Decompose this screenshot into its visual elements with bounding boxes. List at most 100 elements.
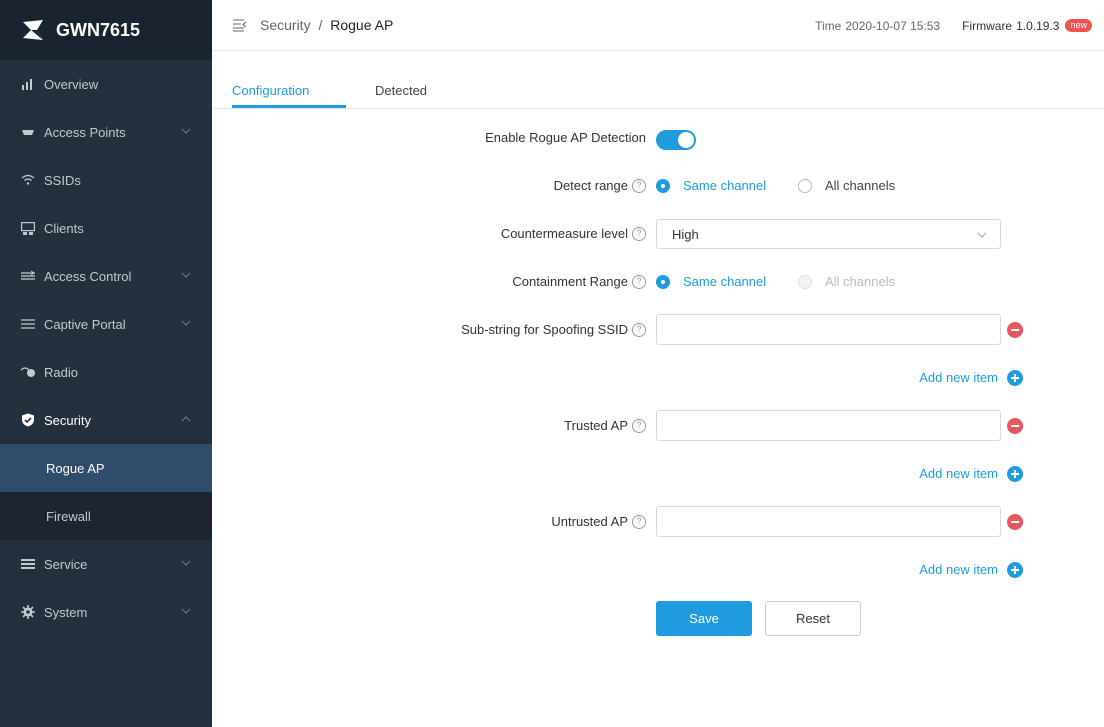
add-circle-icon[interactable] [1007, 370, 1023, 386]
countermeasure-label: Countermeasure level ? [501, 226, 646, 241]
remove-circle-icon[interactable] [1007, 418, 1023, 434]
sidebar: GWN7615 Overview Access Points SSIDs Cli… [0, 0, 212, 727]
chevron-down-icon [181, 560, 191, 566]
countermeasure-text: Countermeasure level [500, 226, 628, 241]
chevron-up-icon [181, 416, 191, 422]
sidebar-item-label: SSIDs [44, 172, 81, 188]
breadcrumb-separator: / [318, 17, 323, 33]
sidebar-subitem-label: Firewall [46, 508, 91, 524]
containment-range-text: Containment Range [512, 274, 628, 289]
help-icon[interactable]: ? [632, 322, 646, 337]
radio-label: Same channel [683, 178, 767, 193]
countermeasure-select[interactable]: High [656, 219, 1001, 249]
sidebar-item-label: Clients [44, 220, 84, 236]
brand-header: GWN7615 [0, 0, 212, 60]
detect-range-all-channels[interactable]: All channels [798, 178, 895, 193]
add-new-item-link[interactable]: Add new item [919, 370, 998, 385]
untrusted-ap-input[interactable] [656, 506, 1001, 537]
sidebar-item-security[interactable]: Security [0, 396, 212, 444]
enable-detection-text: Enable Rogue AP Detection [485, 130, 646, 145]
sidebar-item-ssids[interactable]: SSIDs [0, 156, 212, 204]
sidebar-item-label: Security [44, 412, 91, 428]
spoofing-ssid-input[interactable] [656, 314, 1001, 345]
trusted-ap-label: Trusted AP ? [564, 418, 646, 433]
chevron-down-icon [181, 320, 191, 326]
detect-range-label: Detect range ? [554, 178, 646, 193]
radio-checked-icon [656, 178, 670, 193]
new-badge: new [1065, 19, 1092, 32]
untrusted-ap-label: Untrusted AP ? [551, 514, 646, 529]
radio-disabled-icon [798, 274, 812, 289]
add-new-item-link[interactable]: Add new item [919, 562, 998, 577]
enable-detection-toggle[interactable] [656, 130, 696, 150]
help-icon[interactable]: ? [632, 226, 646, 241]
bar-chart-icon [20, 76, 36, 92]
detect-range-text: Detect range [553, 178, 628, 193]
gear-icon [20, 604, 36, 620]
remove-circle-icon[interactable] [1007, 322, 1023, 338]
active-tab-indicator [232, 105, 346, 108]
radio-icon [20, 364, 36, 380]
chevron-down-icon [181, 128, 191, 134]
add-new-item-link[interactable]: Add new item [919, 466, 998, 481]
radio-unchecked-icon [798, 178, 812, 193]
sidebar-item-overview[interactable]: Overview [0, 60, 212, 108]
sidebar-item-access-control[interactable]: Access Control [0, 252, 212, 300]
menu-collapse-icon[interactable] [233, 18, 247, 32]
sidebar-item-label: Radio [44, 364, 78, 380]
sidebar-item-label: Access Control [44, 268, 132, 284]
sidebar-item-label: Overview [44, 76, 99, 92]
save-button[interactable]: Save [656, 601, 752, 636]
radio-label: Same channel [683, 274, 767, 289]
containment-same-channel[interactable]: Same channel [656, 274, 766, 289]
sidebar-subitem-rogue-ap[interactable]: Rogue AP [0, 444, 212, 492]
sidebar-subitem-firewall[interactable]: Firewall [0, 492, 212, 540]
chevron-down-icon [977, 232, 987, 238]
sidebar-item-label: Access Points [44, 124, 126, 140]
sidebar-item-label: Captive Portal [44, 316, 126, 332]
firmware-label: Firmware [962, 18, 1013, 33]
shield-icon [20, 412, 36, 428]
toggle-knob [678, 132, 694, 148]
detect-range-same-channel[interactable]: Same channel [656, 178, 766, 193]
add-circle-icon[interactable] [1007, 562, 1023, 578]
sidebar-item-label: Service [44, 556, 88, 572]
radio-label: All channels [825, 178, 896, 193]
firmware-value[interactable]: 1.0.19.3 [1016, 19, 1059, 33]
add-circle-icon[interactable] [1007, 466, 1023, 482]
sidebar-item-clients[interactable]: Clients [0, 204, 212, 252]
breadcrumb-parent[interactable]: Security [260, 17, 311, 33]
captive-portal-icon [20, 316, 36, 332]
containment-all-channels: All channels [798, 274, 895, 289]
sidebar-item-system[interactable]: System [0, 588, 212, 636]
help-icon[interactable]: ? [632, 178, 646, 193]
sidebar-item-label: System [44, 604, 88, 620]
top-header: Security / Rogue AP Time 2020-10-07 15:5… [212, 0, 1104, 51]
tab-configuration[interactable]: Configuration [232, 83, 309, 98]
tab-detected[interactable]: Detected [375, 83, 427, 98]
containment-range-label: Containment Range ? [512, 274, 646, 289]
help-icon[interactable]: ? [632, 274, 646, 289]
sidebar-item-captive-portal[interactable]: Captive Portal [0, 300, 212, 348]
help-icon[interactable]: ? [632, 418, 646, 433]
chevron-down-icon [181, 608, 191, 614]
app-title: GWN7615 [56, 19, 141, 40]
enable-detection-label: Enable Rogue AP Detection [485, 130, 646, 145]
time-value: 2020-10-07 15:53 [845, 18, 941, 33]
reset-button[interactable]: Reset [765, 601, 861, 636]
trusted-ap-input[interactable] [656, 410, 1001, 441]
radio-label: All channels [825, 274, 896, 289]
help-icon[interactable]: ? [632, 514, 646, 529]
untrusted-ap-text: Untrusted AP [551, 514, 628, 529]
spoofing-ssid-label: Sub-string for Spoofing SSID ? [461, 322, 646, 337]
access-point-icon [20, 124, 36, 140]
sidebar-item-service[interactable]: Service [0, 540, 212, 588]
spoofing-ssid-text: Sub-string for Spoofing SSID [461, 322, 628, 337]
sidebar-subitem-label: Rogue AP [46, 460, 105, 476]
chevron-down-icon [181, 272, 191, 278]
remove-circle-icon[interactable] [1007, 514, 1023, 530]
countermeasure-value: High [672, 226, 699, 242]
sidebar-item-radio[interactable]: Radio [0, 348, 212, 396]
sidebar-item-access-points[interactable]: Access Points [0, 108, 212, 156]
header-status: Time 2020-10-07 15:53 Firmware 1.0.19.3 … [815, 0, 1092, 51]
